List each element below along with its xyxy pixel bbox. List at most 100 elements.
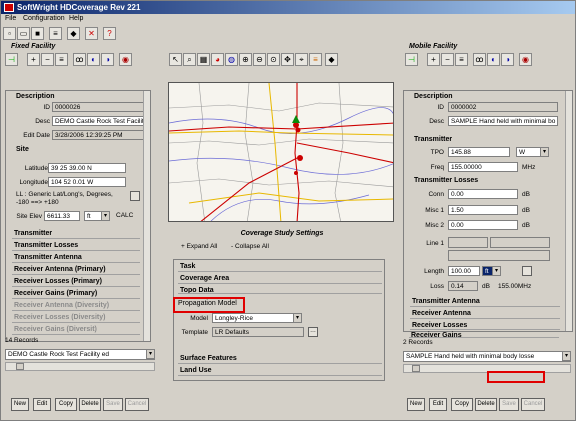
mobile-cancel-button[interactable]: Cancel: [521, 398, 545, 411]
mobile-desc-field[interactable]: SAMPLE Hand held with minimal bo: [448, 116, 558, 126]
zoom-in-icon[interactable]: ⊕: [239, 53, 252, 66]
collapse-all-button[interactable]: - Collapse All: [231, 243, 269, 250]
row-coverage-area[interactable]: Coverage Area: [178, 274, 382, 284]
row-transmitter-losses[interactable]: Transmitter Losses: [12, 241, 140, 251]
chevron-down-icon[interactable]: ▾: [492, 266, 501, 276]
layers-icon[interactable]: ≡: [49, 27, 62, 40]
chevron-down-icon[interactable]: ▾: [540, 147, 549, 157]
row-receiver-gains-primary[interactable]: Receiver Gains (Primary): [12, 289, 140, 299]
row-receiver-losses-diversity[interactable]: Receiver Losses (Diversity): [12, 313, 140, 323]
print-icon[interactable]: ◆: [67, 27, 80, 40]
import-icon[interactable]: ◐: [87, 53, 100, 66]
menu-help[interactable]: Help: [69, 15, 83, 22]
misc2-field[interactable]: 0.00: [448, 220, 518, 230]
chevron-down-icon[interactable]: ▾: [101, 211, 110, 221]
conn-field[interactable]: 0.00: [448, 189, 518, 199]
length-field[interactable]: 100.00: [448, 266, 480, 276]
pie-icon[interactable]: ◕: [211, 53, 224, 66]
row-receiver-losses-primary[interactable]: Receiver Losses (Primary): [12, 277, 140, 287]
chevron-down-icon[interactable]: ▾: [562, 351, 571, 361]
row-receiver-losses[interactable]: Receiver Losses: [410, 321, 560, 330]
row-receiver-antenna[interactable]: Receiver Antenna: [410, 309, 560, 319]
scroll-thumb[interactable]: [16, 363, 24, 370]
fixed-new-button[interactable]: New: [11, 398, 29, 411]
ll-select-button[interactable]: [130, 191, 140, 201]
template-browse-button[interactable]: …: [308, 327, 318, 337]
line1-name-field[interactable]: [490, 237, 550, 248]
fixed-desc-field[interactable]: DEMO Castle Rock Test Facilit: [52, 116, 144, 126]
delete-icon[interactable]: ◉: [519, 53, 532, 66]
add-icon[interactable]: +: [427, 53, 440, 66]
site-elev-field[interactable]: 6611.33: [44, 211, 80, 221]
import-icon[interactable]: ◐: [487, 53, 500, 66]
mobile-copy-button[interactable]: Copy: [451, 398, 473, 411]
export-icon[interactable]: ◑: [501, 53, 514, 66]
fixed-id-field[interactable]: 0000026: [52, 102, 144, 112]
mobile-delete-button[interactable]: Delete: [475, 398, 497, 411]
zoom-extent-icon[interactable]: ⊙: [267, 53, 280, 66]
scroll-thumb[interactable]: [412, 365, 420, 372]
row-topo-data[interactable]: Topo Data: [178, 286, 382, 294]
connect-icon[interactable]: ⊣: [5, 53, 18, 66]
mobile-new-button[interactable]: New: [407, 398, 425, 411]
line1-type-field[interactable]: [448, 237, 488, 248]
misc1-field[interactable]: 1.50: [448, 205, 518, 215]
mobile-edit-button[interactable]: Edit: [429, 398, 447, 411]
add-icon[interactable]: +: [27, 53, 40, 66]
row-surface-features[interactable]: Surface Features: [178, 354, 382, 364]
latitude-field[interactable]: 39 25 39.00 N: [48, 163, 126, 173]
help-icon[interactable]: ?: [103, 27, 116, 40]
grid-icon[interactable]: ▦: [197, 53, 210, 66]
row-transmitter-antenna[interactable]: Transmitter Antenna: [12, 253, 140, 263]
row-receiver-antenna-primary[interactable]: Receiver Antenna (Primary): [12, 265, 140, 275]
row-transmitter-antenna[interactable]: Transmitter Antenna: [410, 297, 560, 307]
binoculars-icon[interactable]: ꝏ: [73, 53, 86, 66]
map-view[interactable]: [168, 82, 394, 222]
row-receiver-antenna-diversity[interactable]: Receiver Antenna (Diversity): [12, 301, 140, 311]
fixed-save-button[interactable]: Save: [103, 398, 123, 411]
menu-file[interactable]: File: [5, 15, 16, 22]
mobile-scrollbar[interactable]: [565, 91, 572, 331]
row-receiver-gains[interactable]: Receiver Gains: [409, 331, 559, 338]
fixed-delete-button[interactable]: Delete: [79, 398, 101, 411]
freq-field[interactable]: 155.00000: [448, 162, 518, 172]
fixed-record-selector[interactable]: DEMO Castle Rock Test Facility ed: [5, 349, 155, 360]
row-land-use[interactable]: Land Use: [178, 366, 382, 376]
fixed-copy-button[interactable]: Copy: [55, 398, 77, 411]
row-transmitter[interactable]: Transmitter: [12, 229, 140, 239]
new-file-icon[interactable]: ▫: [3, 27, 16, 40]
fixed-edit-button[interactable]: Edit: [33, 398, 51, 411]
row-receiver-gains-diversity[interactable]: Receiver Gains (Diversit): [12, 325, 140, 335]
mobile-record-selector[interactable]: SAMPLE Hand held with minimal body losse: [403, 351, 571, 362]
pointer-icon[interactable]: ↖: [169, 53, 182, 66]
binoculars-icon[interactable]: ꝏ: [473, 53, 486, 66]
remove-icon[interactable]: −: [41, 53, 54, 66]
fixed-cancel-button[interactable]: Cancel: [125, 398, 149, 411]
save-icon[interactable]: ■: [31, 27, 44, 40]
expand-all-button[interactable]: + Expand All: [181, 243, 217, 250]
menu-configuration[interactable]: Configuration: [23, 15, 65, 22]
pan-icon[interactable]: ✥: [281, 53, 294, 66]
measure-icon[interactable]: ⌖: [295, 53, 308, 66]
chevron-down-icon[interactable]: ▾: [293, 313, 302, 323]
close-icon[interactable]: ✕: [85, 27, 98, 40]
connect-icon[interactable]: ⊣: [405, 53, 418, 66]
open-folder-icon[interactable]: ▭: [17, 27, 30, 40]
chevron-down-icon[interactable]: ▾: [146, 349, 155, 359]
globe-icon[interactable]: ◍: [225, 53, 238, 66]
layers-icon[interactable]: ≡: [309, 53, 322, 66]
calc-button[interactable]: CALC: [116, 212, 133, 219]
list-icon[interactable]: ≡: [55, 53, 68, 66]
tpo-field[interactable]: 145.88: [448, 147, 510, 157]
zoom-out-icon[interactable]: ⊖: [253, 53, 266, 66]
fixed-record-scroller[interactable]: [5, 362, 155, 371]
zoom-icon[interactable]: ⌕: [183, 53, 196, 66]
fixed-scrollbar[interactable]: [143, 91, 150, 341]
row-task[interactable]: Task: [178, 262, 382, 272]
remove-icon[interactable]: −: [441, 53, 454, 66]
print-map-icon[interactable]: ◆: [325, 53, 338, 66]
longitude-field[interactable]: 104 52 0.01 W: [48, 177, 126, 187]
export-icon[interactable]: ◑: [101, 53, 114, 66]
mobile-save-button[interactable]: Save: [499, 398, 519, 411]
delete-icon[interactable]: ◉: [119, 53, 132, 66]
